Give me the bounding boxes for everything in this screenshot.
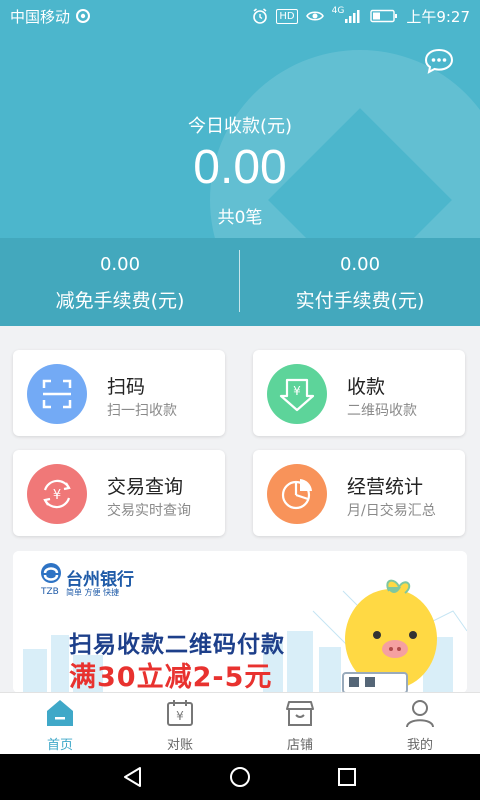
eye-comfort-icon (305, 11, 324, 21)
tab-home-label: 首页 (46, 738, 73, 753)
app-notification-icon (76, 9, 91, 23)
svg-text:¥: ¥ (53, 488, 61, 503)
tab-home[interactable]: 首页 (0, 693, 120, 755)
network-type: 4G (331, 6, 345, 16)
receive-card[interactable]: ¥ 收款 二维码收款 (253, 350, 465, 436)
scan-subtitle: 扫一扫收款 (107, 403, 177, 419)
transaction-query-subtitle: 交易实时查询 (107, 503, 191, 519)
stats-pie-icon (267, 464, 327, 524)
receive-subtitle: 二维码收款 (347, 403, 417, 419)
message-icon[interactable] (424, 48, 454, 74)
summary-header: 今日收款(元) 0.00 共0笔 (0, 0, 480, 238)
transaction-query-card[interactable]: ¥ 交易查询 交易实时查询 (13, 450, 225, 536)
back-icon[interactable] (121, 765, 145, 789)
svg-text:¥: ¥ (176, 709, 184, 723)
reconcile-calendar-icon: ¥ (167, 700, 193, 726)
signal-icon (345, 10, 360, 23)
home-icon (47, 700, 73, 726)
svg-text:¥: ¥ (293, 384, 301, 398)
business-stats-subtitle: 月/日交易汇总 (347, 503, 436, 519)
receive-money-icon: ¥ (267, 364, 327, 424)
tab-store[interactable]: 店铺 (240, 693, 360, 755)
banner-promo: 满30立减2-5元 (69, 662, 273, 693)
waived-fee-block: 0.00 减免手续费(元) (0, 238, 240, 326)
paid-fee-value: 0.00 (339, 254, 381, 275)
transaction-query-icon: ¥ (27, 464, 87, 524)
status-bar: 中国移动 HD 4G 上午9:27 (0, 0, 480, 32)
tab-store-label: 店铺 (286, 738, 313, 753)
receive-title: 收款 (347, 376, 386, 398)
alarm-icon (253, 8, 268, 24)
home-circle-icon[interactable] (228, 765, 252, 789)
scan-title: 扫码 (107, 376, 146, 398)
hd-badge: HD (276, 8, 298, 24)
bottom-tab-bar: 首页 ¥ 对账 店铺 我的 (0, 692, 480, 755)
tab-reconcile[interactable]: ¥ 对账 (120, 693, 240, 755)
clock: 上午9:27 (406, 7, 470, 26)
user-icon (406, 700, 434, 728)
fee-summary: 0.00 减免手续费(元) 0.00 实付手续费(元) (0, 238, 480, 326)
today-income-amount: 0.00 (193, 141, 287, 194)
paid-fee-label: 实付手续费(元) (295, 290, 425, 312)
promo-banner[interactable]: 台州银行 TZB 简单 方便 快捷 扫易收款二维码付款 满30立减2-5元 (13, 551, 467, 693)
today-income-label: 今日收款(元) (187, 116, 293, 137)
tab-reconcile-label: 对账 (166, 738, 193, 753)
bank-abbr: TZB (41, 587, 59, 597)
waived-fee-value: 0.00 (99, 254, 141, 275)
tab-mine-label: 我的 (406, 738, 433, 753)
recents-icon[interactable] (335, 765, 359, 789)
system-navigation-bar (0, 754, 480, 800)
carrier-name: 中国移动 (10, 7, 71, 26)
battery-icon (370, 9, 398, 23)
banner-headline: 扫易收款二维码付款 (69, 632, 285, 658)
transaction-count: 共0笔 (217, 208, 263, 228)
scan-card[interactable]: 扫码 扫一扫收款 (13, 350, 225, 436)
tab-mine[interactable]: 我的 (360, 693, 480, 755)
bank-tagline: 简单 方便 快捷 (66, 588, 120, 597)
transaction-query-title: 交易查询 (107, 476, 184, 498)
scan-icon (27, 364, 87, 424)
business-stats-title: 经营统计 (347, 476, 424, 498)
waived-fee-label: 减免手续费(元) (55, 290, 185, 312)
business-stats-card[interactable]: 经营统计 月/日交易汇总 (253, 450, 465, 536)
paid-fee-block: 0.00 实付手续费(元) (240, 238, 480, 326)
bank-logo-icon (41, 563, 61, 583)
store-icon (286, 701, 314, 726)
